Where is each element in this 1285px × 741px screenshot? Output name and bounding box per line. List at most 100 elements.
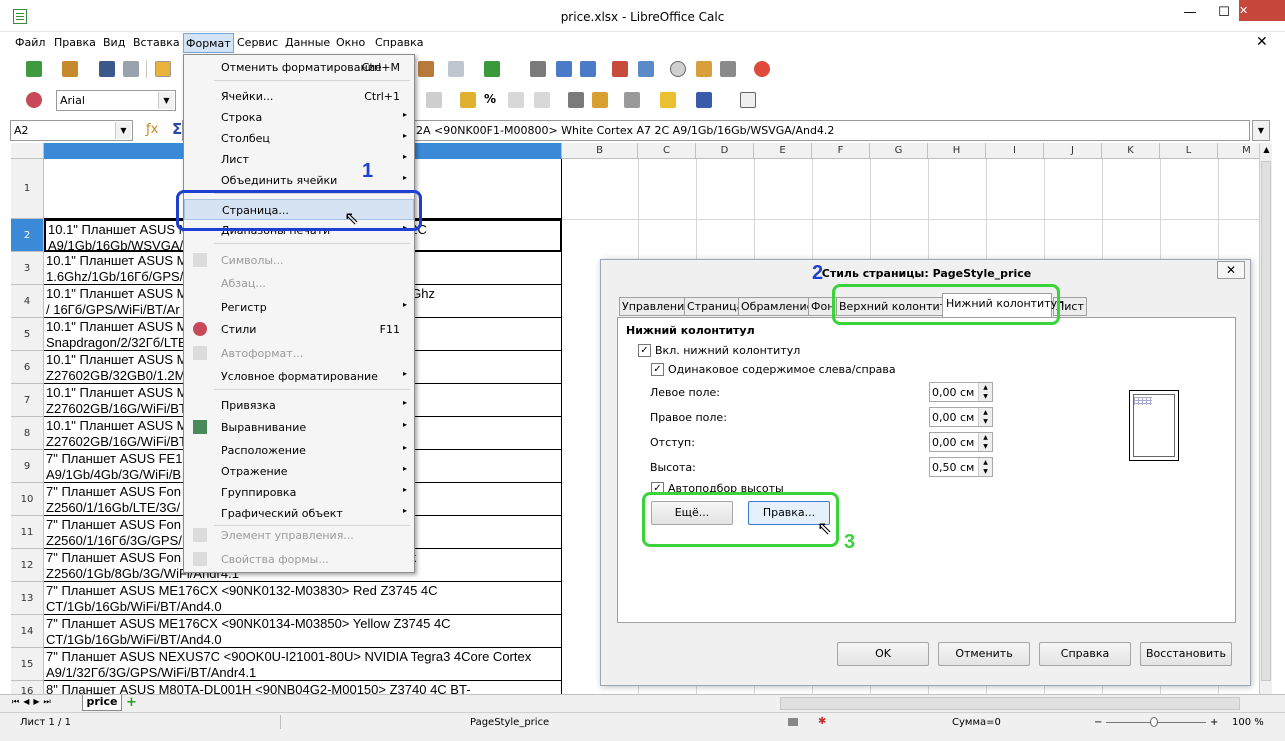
decrease-indent-icon[interactable] [568,92,584,108]
spinner-icon[interactable]: ▲ ▼ [978,383,992,401]
merge-cells-icon[interactable] [426,92,442,108]
sheet-tab-price[interactable]: price [82,695,122,711]
select-all-corner[interactable] [11,143,44,159]
help-button[interactable]: Справка [1039,642,1131,666]
expand-formula-icon[interactable]: ▼ [1252,120,1270,141]
row-header[interactable]: 7 [11,384,44,417]
zoom-in-icon[interactable]: + [1210,717,1218,728]
row-header[interactable]: 12 [11,549,44,582]
menu-item-paragraph[interactable]: Абзац... [184,273,414,294]
number-format-icon[interactable] [508,92,524,108]
currency-format-icon[interactable] [460,92,476,108]
row-header[interactable]: 13 [11,582,44,615]
menu-item-flip[interactable]: Отражение ▸ [184,461,414,482]
menu-item-merge-cells[interactable]: Объединить ячейки ▸ [184,170,414,191]
help-lifebuoy-icon[interactable] [754,61,770,77]
font-name-combo[interactable]: Arial ▼ [56,90,176,111]
column-header-b[interactable]: B [562,143,638,159]
add-decimal-icon[interactable] [534,92,550,108]
menu-insert[interactable]: Вставка [133,36,180,49]
zoom-level[interactable]: 100 % [1232,717,1264,728]
menu-item-sheet[interactable]: Лист ▸ [184,149,414,170]
zoom-out-icon[interactable]: − [1094,717,1102,728]
menu-item-control[interactable]: Элемент управления... [184,525,414,546]
spinner-icon[interactable]: ▲ ▼ [978,433,992,451]
spacing-input[interactable]: 0,00 см ▲ ▼ [929,432,993,452]
window-close-button[interactable]: ✕ [1239,0,1285,21]
grid-lines-icon[interactable] [740,92,756,108]
row-header[interactable]: 3 [11,252,44,285]
column-header-g[interactable]: G [870,143,928,159]
gallery-icon[interactable] [696,61,712,77]
column-header-l[interactable]: L [1160,143,1218,159]
reset-button[interactable]: Восстановить [1140,642,1232,666]
chevron-down-icon[interactable]: ▼ [158,92,174,109]
background-color-icon[interactable] [660,92,676,108]
paintbrush-icon[interactable] [418,61,434,77]
menu-view[interactable]: Вид [103,36,125,49]
horizontal-scrollbar[interactable] [780,697,1240,710]
row-header[interactable]: 6 [11,351,44,384]
menu-item-anchor[interactable]: Привязка ▸ [184,395,414,416]
table-row[interactable]: 8" Планшет ASUS M80TA-DL001H <90NB04G2-M… [44,681,562,695]
column-header-d[interactable]: D [696,143,754,159]
row-header[interactable]: 8 [11,417,44,450]
function-wizard-icon[interactable]: ƒx [146,122,158,137]
column-header-i[interactable]: I [986,143,1044,159]
menu-data[interactable]: Данные [285,36,330,49]
scroll-up-icon[interactable]: ▲ [1260,145,1273,154]
vertical-scrollbar[interactable]: ▲ [1259,143,1272,695]
percent-format-icon[interactable]: % [484,92,496,106]
hyperlink-icon[interactable] [530,61,546,77]
tab-borders[interactable]: Обрамление [738,297,817,316]
menu-item-arrange[interactable]: Расположение ▸ [184,440,414,461]
row-header[interactable]: 16 [11,681,44,695]
redo-icon[interactable] [484,61,500,77]
undo-icon[interactable] [448,61,464,77]
menu-file[interactable]: Файл [15,36,45,49]
row-header[interactable]: 14 [11,615,44,648]
menu-item-styles[interactable]: Стили F11 [184,319,414,340]
menu-item-group[interactable]: Группировка ▸ [184,482,414,503]
table-row[interactable]: 7" Планшет ASUS NEXUS7C <90OK0U-I21001-8… [44,648,562,681]
sheet-navigation-icons[interactable]: ⏮◀▶⏭ [12,697,55,707]
table-row[interactable]: 7" Планшет ASUS ME176CX <90NK0132-M03830… [44,582,562,615]
row-header[interactable]: 15 [11,648,44,681]
menu-item-cells[interactable]: Ячейки... Ctrl+1 [184,86,414,107]
column-header-e[interactable]: E [754,143,812,159]
menu-window[interactable]: Окно [336,36,365,49]
spinner-icon[interactable]: ▲ ▼ [978,458,992,476]
column-header-j[interactable]: J [1044,143,1102,159]
cancel-button[interactable]: Отменить [938,642,1030,666]
open-icon[interactable] [62,61,78,77]
menu-item-column[interactable]: Столбец ▸ [184,128,414,149]
row-header[interactable]: 1 [11,159,44,219]
column-header-c[interactable]: C [638,143,696,159]
increase-indent-icon[interactable] [592,92,608,108]
menu-item-form-properties[interactable]: Свойства формы... [184,549,414,570]
chevron-down-icon[interactable]: ▼ [115,122,131,139]
menu-item-row[interactable]: Строка ▸ [184,107,414,128]
menu-item-conditional-formatting[interactable]: Условное форматирование ▸ [184,366,414,387]
pivot-table-icon[interactable] [638,61,654,77]
column-header-h[interactable]: H [928,143,986,159]
enable-footer-checkbox[interactable]: ✓ [638,344,651,357]
menu-help[interactable]: Справка [375,36,423,49]
sum-icon[interactable]: Σ [172,120,182,138]
dialog-close-button[interactable]: ✕ [1217,261,1245,279]
scroll-thumb[interactable] [1261,161,1271,681]
height-input[interactable]: 0,50 см ▲ ▼ [929,457,993,477]
styles-icon[interactable] [26,92,42,108]
page-style-status[interactable]: PageStyle_price [470,717,549,728]
row-header[interactable]: 5 [11,318,44,351]
row-header[interactable]: 2 [11,219,44,252]
borders-icon[interactable] [624,92,640,108]
font-color-icon[interactable] [696,92,712,108]
add-sheet-icon[interactable]: + [126,696,140,710]
spinner-icon[interactable]: ▲ ▼ [978,408,992,426]
menu-tools[interactable]: Сервис [237,36,278,49]
ok-button[interactable]: OK [837,642,929,666]
sort-ascending-icon[interactable] [556,61,572,77]
menu-item-case[interactable]: Регистр ▸ [184,297,414,318]
sort-descending-icon[interactable] [580,61,596,77]
